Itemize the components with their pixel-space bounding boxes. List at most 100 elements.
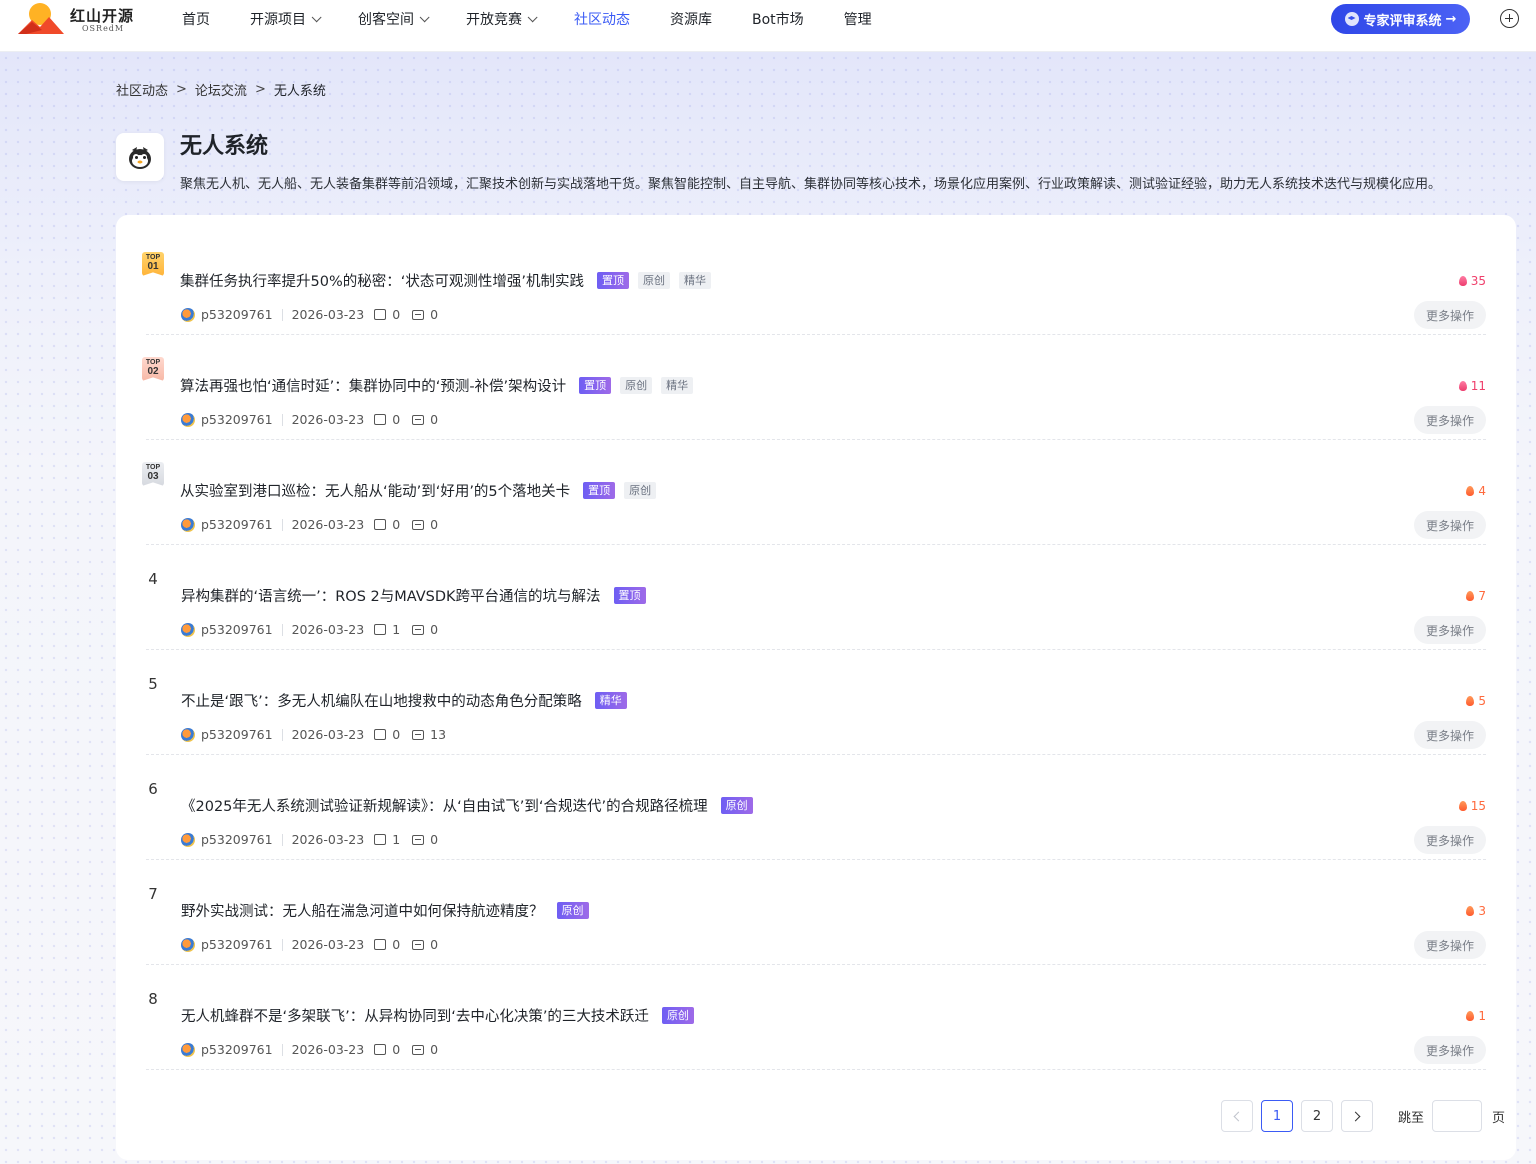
- post-item: 6 《2025年无人系统测试验证新规解读》：从‘自由试飞’到‘合规迭代’的合规路径…: [146, 755, 1486, 860]
- thumbs-up-icon[interactable]: [374, 414, 387, 425]
- post-item: TOP 02 算法再强也怕‘通信时延’：集群协同中的‘预测-补偿’架构设计 置顶 原创精…: [142, 335, 1486, 440]
- post-author[interactable]: p53209761: [201, 517, 273, 532]
- post-author[interactable]: p53209761: [201, 307, 273, 322]
- chevron-down-icon: [419, 11, 430, 22]
- top-badge-number: 03: [147, 471, 159, 482]
- comment-icon[interactable]: [412, 729, 425, 740]
- post-tag: 原创: [556, 902, 589, 919]
- chevron-down-icon: [527, 11, 538, 22]
- board-description: 聚焦无人机、无人船、无人装备集群等前沿领域，汇聚技术创新与实战落地干货。聚焦智能…: [180, 177, 1442, 192]
- post-tag: 原创: [637, 272, 670, 289]
- page-1-button[interactable]: 1: [1261, 1100, 1293, 1132]
- comment-icon[interactable]: [412, 834, 425, 845]
- thumbs-up-icon[interactable]: [374, 729, 387, 740]
- divider: [281, 728, 283, 741]
- more-actions-button[interactable]: 更多操作: [1414, 721, 1486, 749]
- nav-item-5[interactable]: 资源库: [670, 9, 712, 29]
- avatar[interactable]: [181, 1042, 195, 1057]
- logo-mark-icon: [18, 3, 64, 34]
- rank-number: 5: [148, 675, 158, 693]
- avatar[interactable]: [181, 937, 195, 952]
- comment-icon[interactable]: [412, 519, 425, 530]
- post-date: 2026-03-23: [291, 1042, 365, 1057]
- thumbs-up-icon[interactable]: [374, 309, 387, 320]
- post-author[interactable]: p53209761: [201, 832, 273, 847]
- comment-icon[interactable]: [412, 309, 425, 320]
- post-title-link[interactable]: 算法再强也怕‘通信时延’：集群协同中的‘预测-补偿’架构设计 置顶 原创 精华: [180, 375, 694, 396]
- post-title-link[interactable]: 异构集群的‘语言统一’：ROS 2与MAVSDK跨平台通信的坑与解法 置顶: [181, 585, 646, 606]
- next-page-button[interactable]: [1341, 1100, 1373, 1132]
- breadcrumb-item-forum[interactable]: 论坛交流: [195, 80, 247, 99]
- post-rank: 5: [141, 672, 165, 696]
- nav-item-0[interactable]: 首页: [182, 9, 210, 29]
- post-author[interactable]: p53209761: [201, 937, 273, 952]
- hot-value: 35: [1470, 274, 1486, 288]
- nav-item-4[interactable]: 社区动态: [574, 9, 630, 29]
- post-title: 《2025年无人系统测试验证新规解读》：从‘自由试飞’到‘合规迭代’的合规路径梳…: [181, 799, 708, 815]
- divider: [281, 518, 283, 531]
- more-actions-button[interactable]: 更多操作: [1414, 301, 1486, 329]
- avatar[interactable]: [181, 517, 195, 532]
- rank-number: 8: [148, 990, 158, 1008]
- post-hot-score: 5: [1466, 694, 1486, 708]
- avatar[interactable]: [181, 832, 195, 847]
- avatar[interactable]: [181, 412, 195, 427]
- more-actions-button[interactable]: 更多操作: [1414, 931, 1486, 959]
- comment-icon[interactable]: [412, 1044, 425, 1055]
- breadcrumb-item-community[interactable]: 社区动态: [116, 80, 168, 99]
- post-author[interactable]: p53209761: [201, 412, 273, 427]
- thumbs-up-icon[interactable]: [374, 519, 387, 530]
- rank-number: 6: [148, 780, 158, 798]
- expert-review-button[interactable]: 专家评审系统 →: [1331, 4, 1470, 34]
- flame-icon: [1466, 1011, 1475, 1021]
- nav-item-3[interactable]: 开放竞赛: [466, 9, 538, 29]
- thumbs-up-icon[interactable]: [374, 939, 387, 950]
- post-title-link[interactable]: 《2025年无人系统测试验证新规解读》：从‘自由试飞’到‘合规迭代’的合规路径梳…: [181, 795, 753, 816]
- post-date: 2026-03-23: [291, 832, 365, 847]
- avatar[interactable]: [181, 727, 195, 742]
- post-title-link[interactable]: 不止是‘跟飞’：多无人机编队在山地搜救中的动态角色分配策略 精华: [181, 690, 627, 711]
- more-actions-button[interactable]: 更多操作: [1414, 616, 1486, 644]
- avatar[interactable]: [181, 307, 195, 322]
- post-comments: 0: [430, 937, 439, 952]
- jump-page-input[interactable]: [1432, 1100, 1483, 1132]
- more-actions-button[interactable]: 更多操作: [1414, 1036, 1486, 1064]
- comment-icon[interactable]: [412, 939, 425, 950]
- more-actions-button[interactable]: 更多操作: [1414, 406, 1486, 434]
- page-title: 无人系统: [180, 134, 269, 159]
- post-author[interactable]: p53209761: [201, 622, 273, 637]
- thumbs-up-icon[interactable]: [374, 624, 387, 635]
- thumbs-up-icon[interactable]: [374, 1044, 387, 1055]
- post-title: 野外实战测试：无人船在湍急河道中如何保持航迹精度？: [181, 904, 544, 920]
- divider: [281, 308, 283, 321]
- more-actions-button[interactable]: 更多操作: [1414, 511, 1486, 539]
- avatar[interactable]: [181, 622, 195, 637]
- prev-page-button[interactable]: [1221, 1100, 1253, 1132]
- comment-icon[interactable]: [412, 414, 425, 425]
- more-actions-button[interactable]: 更多操作: [1414, 826, 1486, 854]
- post-tag: 置顶: [596, 272, 629, 289]
- logo[interactable]: 红山开源 OSRedM: [16, 0, 146, 40]
- post-comments: 0: [430, 622, 439, 637]
- post-title-link[interactable]: 集群任务执行率提升50%的秘密：‘状态可观测性增强’机制实践 置顶 原创 精华: [180, 270, 711, 291]
- post-author[interactable]: p53209761: [201, 1042, 273, 1057]
- post-title-link[interactable]: 无人机蜂群不是‘多架联飞’：从异构协同到‘去中心化决策’的三大技术跃迁 原创: [181, 1005, 694, 1026]
- nav-item-label: Bot市场: [752, 12, 804, 28]
- page-2-button[interactable]: 2: [1301, 1100, 1333, 1132]
- post-likes: 0: [392, 307, 401, 322]
- nav-item-1[interactable]: 开源项目: [250, 9, 322, 29]
- post-title: 不止是‘跟飞’：多无人机编队在山地搜救中的动态角色分配策略: [181, 694, 582, 710]
- nav-item-7[interactable]: 管理: [844, 9, 872, 29]
- add-circle-icon[interactable]: [1500, 9, 1519, 28]
- post-tag: 原创: [720, 797, 753, 814]
- comment-icon[interactable]: [412, 624, 425, 635]
- post-author[interactable]: p53209761: [201, 727, 273, 742]
- thumbs-up-icon[interactable]: [374, 834, 387, 845]
- post-title-link[interactable]: 从实验室到港口巡检：无人船从‘能动’到‘好用’的5个落地关卡 置顶 原创: [180, 480, 657, 501]
- post-date: 2026-03-23: [291, 307, 365, 322]
- nav-item-2[interactable]: 创客空间: [358, 9, 430, 29]
- post-meta: p53209761 2026-03-23 0 13: [181, 727, 446, 742]
- post-title-link[interactable]: 野外实战测试：无人船在湍急河道中如何保持航迹精度？ 原创: [181, 900, 589, 921]
- post-rank: 7: [141, 882, 165, 906]
- nav-item-6[interactable]: Bot市场: [752, 9, 804, 29]
